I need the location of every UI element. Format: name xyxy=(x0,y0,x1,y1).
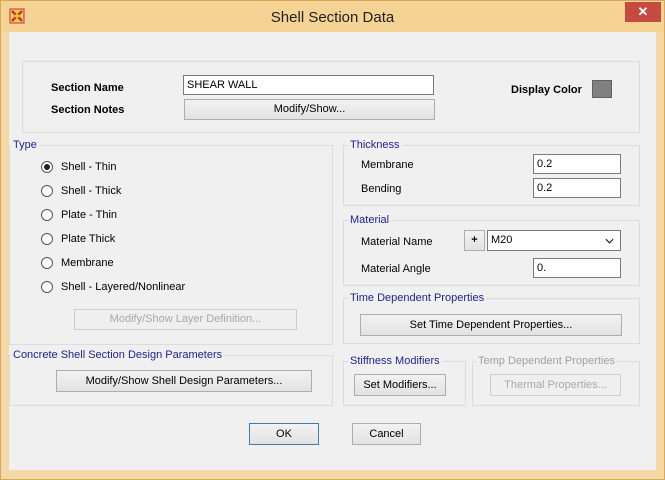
thickness-legend: Thickness xyxy=(348,139,402,151)
thermal-properties-button[interactable]: Thermal Properties... xyxy=(490,374,621,396)
layer-definition-button[interactable]: Modify/Show Layer Definition... xyxy=(74,309,297,330)
set-time-dependent-button[interactable]: Set Time Dependent Properties... xyxy=(360,314,622,336)
chevron-down-icon xyxy=(605,238,614,244)
type-option-label: Shell - Thick xyxy=(61,185,122,197)
concrete-legend: Concrete Shell Section Design Parameters xyxy=(11,349,225,361)
type-option-label: Shell - Thin xyxy=(61,161,117,173)
type-legend: Type xyxy=(11,139,39,151)
modify-show-notes-button[interactable]: Modify/Show... xyxy=(184,99,435,120)
display-color-label: Display Color xyxy=(511,84,582,96)
type-radio[interactable] xyxy=(41,161,53,173)
type-option-label: Shell - Layered/Nonlinear xyxy=(61,281,186,293)
type-option-label: Plate Thick xyxy=(61,233,116,245)
type-radio[interactable] xyxy=(41,209,53,221)
bending-thickness-input[interactable]: 0.2 xyxy=(533,178,621,198)
type-radio[interactable] xyxy=(41,257,53,269)
membrane-thickness-input[interactable]: 0.2 xyxy=(533,154,621,174)
temp-dependent-legend: Temp Dependent Properties xyxy=(476,355,617,367)
material-legend: Material xyxy=(348,214,392,226)
ok-button[interactable]: OK xyxy=(249,423,319,445)
dialog-window: Shell Section Data ✕ Section Name SHEAR … xyxy=(0,0,665,480)
stiffness-modifiers-legend: Stiffness Modifiers xyxy=(348,355,442,367)
material-name-label: Material Name xyxy=(361,236,433,248)
section-name-label: Section Name xyxy=(51,82,124,94)
add-material-button[interactable]: + xyxy=(464,230,485,251)
type-option-label: Membrane xyxy=(61,257,114,269)
cancel-button[interactable]: Cancel xyxy=(352,423,421,445)
close-button[interactable]: ✕ xyxy=(625,2,661,22)
dialog-body: Section Name SHEAR WALL Display Color Se… xyxy=(9,32,656,470)
time-dependent-legend: Time Dependent Properties xyxy=(348,292,487,304)
window-title: Shell Section Data xyxy=(270,9,395,26)
shell-design-parameters-button[interactable]: Modify/Show Shell Design Parameters... xyxy=(56,370,312,392)
membrane-thickness-label: Membrane xyxy=(361,159,414,171)
bending-thickness-label: Bending xyxy=(361,183,402,195)
section-group xyxy=(22,61,640,133)
set-modifiers-button[interactable]: Set Modifiers... xyxy=(354,374,446,396)
type-radio[interactable] xyxy=(41,185,53,197)
material-name-value: M20 xyxy=(491,234,513,246)
close-icon: ✕ xyxy=(637,4,649,19)
type-radio[interactable] xyxy=(41,281,53,293)
material-angle-label: Material Angle xyxy=(361,263,431,275)
material-angle-input[interactable]: 0. xyxy=(533,258,621,278)
section-name-input[interactable]: SHEAR WALL xyxy=(183,75,434,95)
type-radio[interactable] xyxy=(41,233,53,245)
title-bar[interactable]: Shell Section Data ✕ xyxy=(1,1,664,32)
display-color-swatch[interactable] xyxy=(592,80,612,98)
section-notes-label: Section Notes xyxy=(51,104,125,116)
type-option-label: Plate - Thin xyxy=(61,209,118,221)
material-name-select[interactable]: M20 xyxy=(487,230,621,251)
